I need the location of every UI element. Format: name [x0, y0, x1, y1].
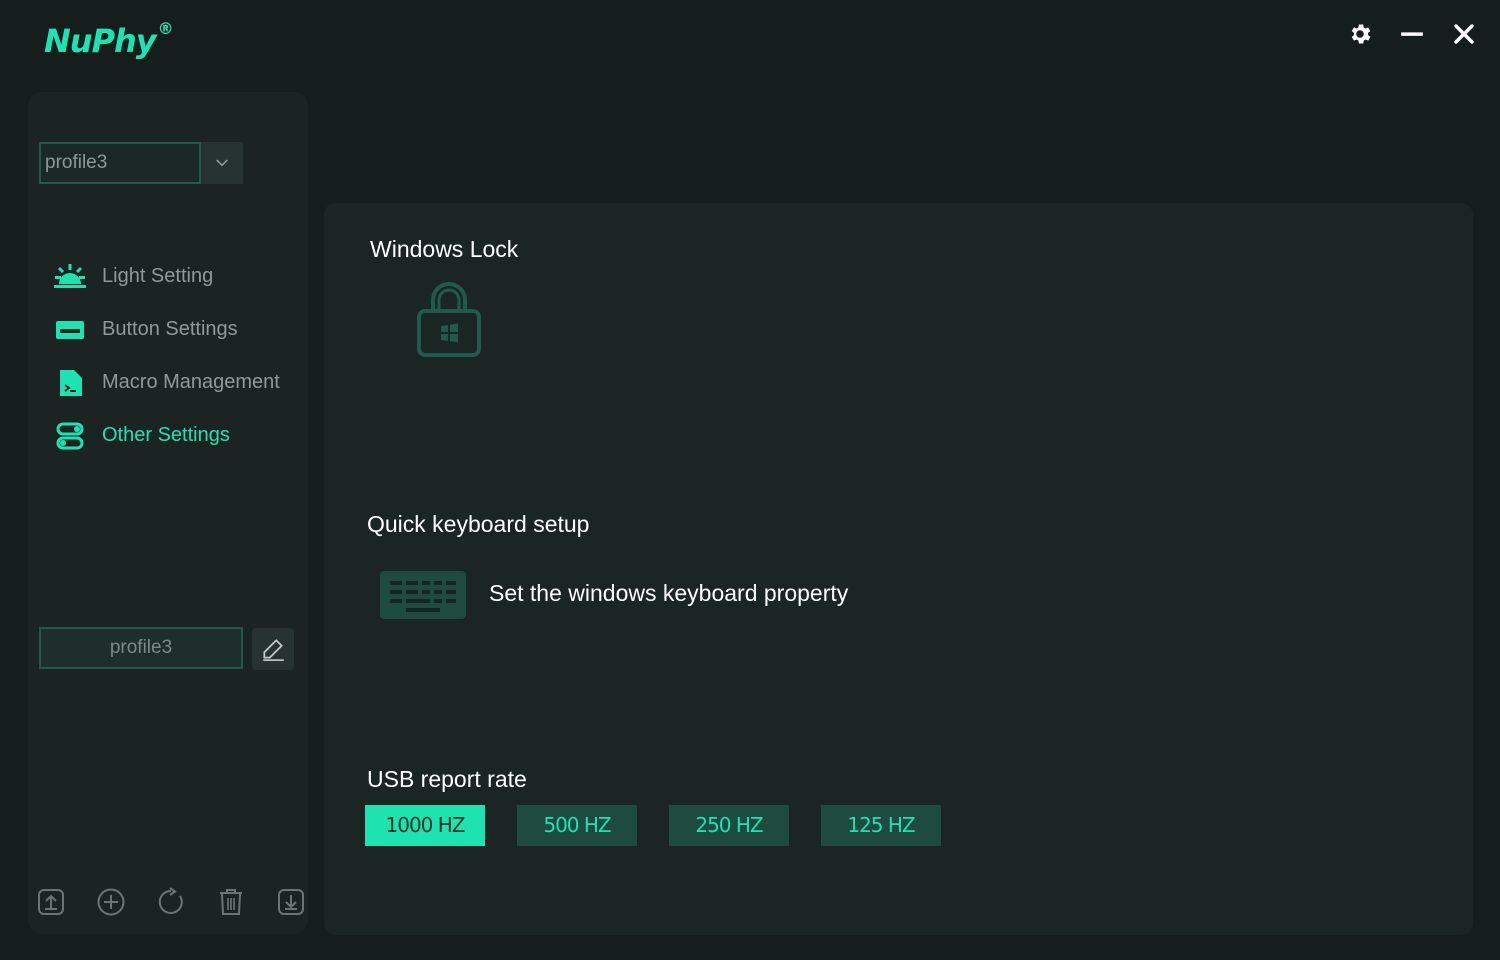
nav-item-light-setting[interactable]: Light Setting	[52, 250, 280, 303]
import-icon	[278, 889, 304, 915]
export-icon	[38, 889, 64, 915]
logo-text: NuPhy	[44, 22, 157, 60]
windows-lock-title: Windows Lock	[370, 236, 519, 262]
pencil-icon	[263, 639, 284, 661]
macro-file-icon	[52, 368, 92, 398]
windows-lock-icon	[417, 282, 481, 357]
rate-500hz-button[interactable]: 500 HZ	[517, 805, 637, 846]
edit-profile-button[interactable]	[252, 628, 294, 670]
usb-rate-options: 1000 HZ 500 HZ 250 HZ 125 HZ	[365, 805, 941, 846]
profile-name-field[interactable]: profile3	[39, 627, 243, 669]
settings-button[interactable]	[1344, 18, 1376, 50]
nav-item-other-settings[interactable]: Other Settings	[52, 409, 280, 462]
other-settings-panel: Windows Lock Quick keyboard setup Set th…	[324, 203, 1473, 935]
minimize-icon	[1401, 32, 1423, 36]
minimize-button[interactable]	[1396, 18, 1428, 50]
window-controls	[1344, 18, 1480, 50]
registered-mark: ®	[157, 19, 174, 39]
add-icon	[97, 888, 125, 916]
toggles-icon	[52, 421, 92, 451]
sidebar: profile3 Light Setting Button Settings M…	[28, 92, 308, 934]
reset-icon	[158, 887, 183, 914]
sunrise-icon	[52, 262, 92, 292]
rate-125hz-button[interactable]: 125 HZ	[821, 805, 941, 846]
keyboard-icon	[380, 571, 466, 619]
nav-label: Light Setting	[102, 265, 214, 287]
keyboard-setup-label[interactable]: Set the windows keyboard property	[489, 580, 848, 607]
add-profile-button[interactable]	[96, 886, 126, 918]
delete-icon	[220, 889, 242, 915]
keyboard-key-icon	[52, 315, 92, 345]
nuphy-logo: NuPhy ®	[44, 19, 174, 60]
quick-setup-title: Quick keyboard setup	[367, 511, 590, 537]
import-button[interactable]	[276, 886, 306, 918]
nav-item-macro-management[interactable]: Macro Management	[52, 356, 280, 409]
windows-lock-toggle[interactable]	[416, 278, 482, 363]
nav-item-button-settings[interactable]: Button Settings	[52, 303, 280, 356]
profile-toolbar	[36, 886, 306, 918]
nav-label: Other Settings	[102, 424, 230, 446]
profile-select-value[interactable]: profile3	[39, 142, 201, 184]
rate-1000hz-button[interactable]: 1000 HZ	[365, 805, 485, 846]
sidebar-nav: Light Setting Button Settings Macro Mana…	[52, 250, 280, 462]
profile-select[interactable]: profile3	[39, 142, 243, 184]
export-button[interactable]	[36, 886, 66, 918]
gear-icon	[1351, 24, 1371, 44]
usb-report-rate-title: USB report rate	[367, 766, 527, 792]
close-icon	[1454, 24, 1474, 44]
delete-button[interactable]	[216, 886, 246, 918]
rate-250hz-button[interactable]: 250 HZ	[669, 805, 789, 846]
chevron-down-icon	[216, 159, 228, 167]
nav-label: Button Settings	[102, 318, 238, 340]
reset-button[interactable]	[156, 886, 186, 918]
keyboard-setup-button[interactable]	[380, 571, 466, 624]
nav-label: Macro Management	[102, 371, 280, 393]
close-button[interactable]	[1448, 18, 1480, 50]
profile-dropdown-button[interactable]	[201, 142, 243, 184]
